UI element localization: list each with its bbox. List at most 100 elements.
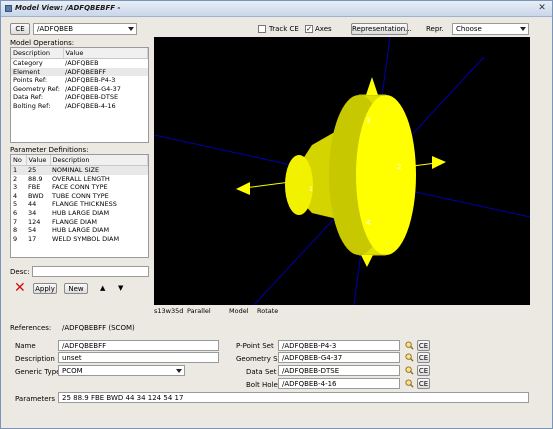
column-header[interactable]: Description [50, 155, 148, 166]
row-description: Geometry Ref: [13, 84, 60, 93]
name-label: Name [15, 342, 36, 350]
data-set-input[interactable]: /ADFQBEB-DTSE [278, 365, 400, 376]
track-ce-label: Track CE [269, 25, 299, 33]
title-bar: Model View: /ADFQBEBFF - ✕ [1, 1, 552, 17]
model-canvas: 3 2 4 1 [154, 37, 530, 305]
row-value: 25 [26, 165, 50, 175]
view-mode[interactable]: Model [229, 307, 249, 315]
table-row[interactable]: 2 88.9 OVERALL LENGTH [11, 175, 148, 184]
move-up-icon[interactable]: ▲ [100, 284, 105, 292]
row-description: Category [13, 59, 43, 67]
row-value: FBE [28, 183, 41, 192]
row-value: /ADFQBEB-4-16 [65, 101, 116, 110]
parameters-label: Parameters [15, 395, 56, 403]
row-description: FLANGE DIAM [52, 217, 98, 226]
projection-mode[interactable]: Parallel [187, 307, 211, 315]
parameter-definitions-heading: Parameter Definitions: [10, 146, 89, 154]
arrowhead-bottom [361, 255, 373, 267]
close-icon[interactable]: ✕ [536, 3, 548, 14]
model-operations-heading: Model Operations: [10, 39, 75, 47]
new-button[interactable]: New [64, 283, 88, 294]
table-row[interactable]: Category/ADFQBEB [11, 59, 148, 68]
repr-label: Repr. [426, 25, 444, 33]
row-description: TUBE CONN TYPE [52, 191, 109, 200]
search-icon[interactable] [405, 341, 414, 350]
table-row[interactable]: 5 44 FLANGE THICKNESS [11, 200, 148, 209]
column-header[interactable]: Description [11, 48, 64, 59]
search-icon[interactable] [405, 366, 414, 375]
table-row[interactable]: Points Ref: /ADFQBEB-P4-3 [11, 76, 148, 85]
row-description: Data Ref: [13, 93, 44, 102]
apply-button[interactable]: Apply [33, 283, 57, 294]
bolt-holes-input[interactable]: /ADFQBEB-4-16 [278, 378, 400, 389]
bolt-ce-button[interactable]: CE [417, 378, 430, 389]
repr-select[interactable]: Choose [452, 23, 529, 35]
row-value: 44 [28, 200, 37, 209]
app-icon [5, 5, 12, 12]
table-row[interactable]: 9 17 WELD SYMBOL DIAM [11, 235, 148, 244]
description-input[interactable]: unset [58, 352, 219, 363]
generic-type-select[interactable]: PCOM [58, 365, 185, 376]
view-direction: s13w35d [154, 307, 184, 315]
row-value: BWD [28, 191, 44, 200]
column-header[interactable]: No [11, 155, 27, 166]
table-row[interactable]: Element/ADFQBEBFF [11, 67, 148, 77]
row-description: WELD SYMBOL DIAM [52, 234, 120, 243]
desc-input[interactable] [32, 266, 149, 277]
row-value: /ADFQBEB-P4-3 [65, 76, 116, 85]
chevron-down-icon [520, 27, 526, 31]
geometry-ce-button[interactable]: CE [417, 352, 430, 363]
table-row[interactable]: 1 25 NOMINAL SIZE [11, 165, 148, 175]
parameter-definitions-table: No Value Description 1 25 NOMINAL SIZE 2 88… [10, 154, 149, 258]
model-operations-table: Description Value Category/ADFQBEB Eleme… [10, 47, 149, 143]
search-icon[interactable] [405, 379, 414, 388]
table-row[interactable]: 7 124 FLANGE DIAM [11, 218, 148, 227]
window-title: Model View: /ADFQBEBFF - [15, 4, 121, 12]
move-down-icon[interactable]: ▼ [118, 284, 123, 292]
interaction-mode[interactable]: Rotate [257, 307, 278, 315]
element-select-value: /ADFQBEB [37, 25, 74, 33]
column-header[interactable]: Value [63, 48, 148, 59]
ppoint-set-input[interactable]: /ADFQBEB-P4-3 [278, 340, 400, 351]
table-row[interactable]: Bolting Ref: /ADFQBEB-4-16 [11, 102, 148, 111]
row-value: 124 [28, 217, 41, 226]
model-viewport[interactable]: 3 2 4 1 [154, 37, 530, 305]
row-no: 3 [13, 183, 18, 192]
row-description: Bolting Ref: [13, 101, 51, 110]
table-row[interactable]: Geometry Ref: /ADFQBEB-G4-37 [11, 85, 148, 94]
row-description: FLANGE THICKNESS [52, 200, 117, 209]
row-description: OVERALL LENGTH [52, 174, 110, 183]
table-row[interactable]: 3 FBE FACE CONN TYPE [11, 183, 148, 192]
representation-button[interactable]: Representation... [351, 23, 412, 35]
axes-checkbox[interactable]: ✓ [305, 25, 313, 33]
geometry-set-input[interactable]: /ADFQBEB-G4-37 [278, 352, 400, 363]
row-value: 54 [28, 226, 37, 235]
row-value: /ADFQBEB-DTSE [65, 93, 119, 102]
table-row[interactable]: 6 34 HUB LARGE DIAM [11, 209, 148, 218]
table-row[interactable]: Data Ref: /ADFQBEB-DTSE [11, 93, 148, 102]
parameters-input[interactable]: 25 88.9 FBE BWD 44 34 124 54 17 [58, 392, 529, 403]
table-row[interactable]: 8 54 HUB LARGE DIAM [11, 226, 148, 235]
dataset-ce-button[interactable]: CE [417, 365, 430, 376]
delete-icon[interactable]: ✕ [14, 281, 26, 295]
ppoint-set-label: P-Point Set [236, 342, 274, 350]
data-set-label: Data Set [246, 368, 277, 376]
row-no: 2 [13, 174, 18, 183]
ce-button[interactable]: CE [10, 23, 30, 35]
point-label-2: 2 [397, 163, 401, 171]
element-select[interactable]: /ADFQBEB [33, 23, 137, 35]
search-icon[interactable] [405, 353, 414, 362]
point-label-4: 4 [366, 219, 371, 227]
row-description: Element [11, 67, 63, 77]
arrowhead-top [366, 77, 378, 95]
ppoint-ce-button[interactable]: CE [417, 340, 430, 351]
row-value: /ADFQBEBFF [63, 67, 148, 77]
table-row[interactable]: 4 BWD TUBE CONN TYPE [11, 192, 148, 201]
row-value: 88.9 [28, 174, 43, 183]
track-ce-checkbox[interactable] [258, 25, 266, 33]
row-description: NOMINAL SIZE [50, 165, 148, 175]
row-value: /ADFQBEB [65, 59, 99, 67]
row-no: 8 [13, 226, 18, 235]
name-input[interactable]: /ADFQBEBFF [58, 340, 219, 351]
column-header[interactable]: Value [26, 155, 51, 166]
